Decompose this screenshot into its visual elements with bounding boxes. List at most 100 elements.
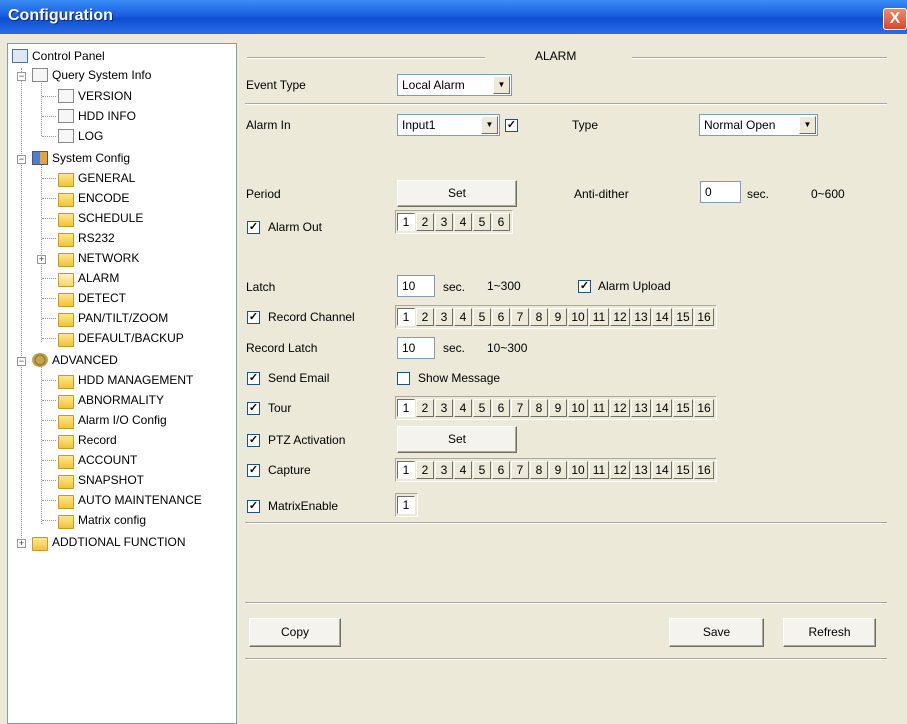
channel-toggle[interactable]: 15 [673,308,693,326]
close-button[interactable]: X [883,8,907,30]
channel-toggle[interactable]: 12 [610,308,630,326]
ptz-activation-checkbox[interactable]: ✓ [247,434,260,447]
channel-toggle[interactable]: 8 [530,308,548,326]
collapse-toggle[interactable]: − [17,357,26,366]
event-type-value: Local Alarm [402,78,465,92]
event-type-label: Event Type [246,78,306,92]
channel-toggle[interactable]: 11 [589,461,609,479]
channel-toggle[interactable]: 2 [416,399,434,417]
tree-connector [42,198,56,199]
channel-toggle[interactable]: 1 [397,461,415,479]
channel-toggle[interactable]: 13 [631,399,651,417]
folder-icon [58,253,74,267]
alarm-in-select[interactable]: Input1 ▼ [397,114,500,136]
channel-toggle[interactable]: 13 [631,308,651,326]
channel-toggle[interactable]: 16 [694,308,714,326]
channel-toggle[interactable]: 6 [492,461,510,479]
folder-icon [58,213,74,227]
type-select[interactable]: Normal Open ▼ [699,114,818,136]
channel-toggle[interactable]: 1 [397,213,415,231]
channel-toggle[interactable]: 6 [492,399,510,417]
alarm-out-channels: 123456 [395,210,513,234]
tour-label: Tour [268,401,292,415]
channel-toggle[interactable]: 3 [435,213,453,231]
channel-toggle[interactable]: 2 [416,213,434,231]
tree-connector [42,400,56,401]
channel-toggle[interactable]: 13 [631,461,651,479]
channel-toggle[interactable]: 4 [454,461,472,479]
channel-toggle[interactable]: 5 [473,399,491,417]
channel-toggle[interactable]: 3 [435,461,453,479]
save-button[interactable]: Save [669,618,764,647]
capture-checkbox[interactable]: ✓ [247,464,260,477]
channel-toggle[interactable]: 6 [492,308,510,326]
channel-toggle[interactable]: 4 [454,399,472,417]
channel-toggle[interactable]: 11 [589,308,609,326]
channel-toggle[interactable]: 10 [568,308,588,326]
record-channel-checkbox[interactable]: ✓ [247,311,260,324]
channel-toggle[interactable]: 7 [511,308,529,326]
channel-toggle[interactable]: 8 [530,399,548,417]
channel-toggle[interactable]: 14 [652,399,672,417]
alarm-settings-panel: ALARM Event Type Local Alarm ▼ Alarm In … [237,43,907,724]
channel-toggle[interactable]: 7 [511,399,529,417]
channel-toggle[interactable]: 16 [694,461,714,479]
channel-toggle[interactable]: 14 [652,461,672,479]
tour-checkbox[interactable]: ✓ [247,402,260,415]
anti-dither-input[interactable]: 0 [700,181,741,203]
channel-toggle[interactable]: 12 [610,461,630,479]
channel-toggle[interactable]: 14 [652,308,672,326]
channel-toggle[interactable]: 2 [416,308,434,326]
channel-toggle[interactable]: 6 [492,213,510,231]
divider [245,103,887,105]
channel-toggle[interactable]: 1 [397,496,415,514]
tree-connector [42,318,56,319]
show-message-checkbox[interactable] [397,372,410,385]
channel-toggle[interactable]: 7 [511,461,529,479]
copy-button[interactable]: Copy [249,618,341,647]
alarm-out-checkbox[interactable]: ✓ [247,221,260,234]
channel-toggle[interactable]: 5 [473,213,491,231]
period-set-button[interactable]: Set [397,180,517,207]
channel-toggle[interactable]: 16 [694,399,714,417]
folder-icon [58,455,74,469]
send-email-checkbox[interactable]: ✓ [247,372,260,385]
channel-toggle[interactable]: 8 [530,461,548,479]
collapse-toggle[interactable]: − [17,72,26,81]
channel-toggle[interactable]: 11 [589,399,609,417]
anti-dither-label: Anti-dither [574,187,629,201]
channel-toggle[interactable]: 15 [673,399,693,417]
channel-toggle[interactable]: 1 [397,399,415,417]
channel-toggle[interactable]: 5 [473,461,491,479]
tree-connector [42,238,56,239]
divider [245,602,887,604]
matrix-enable-checkbox[interactable]: ✓ [247,500,260,513]
channel-toggle[interactable]: 9 [549,308,567,326]
tree-connector [42,500,56,501]
alarm-in-enable-checkbox[interactable]: ✓ [505,119,518,132]
expand-toggle[interactable]: + [37,255,46,264]
channel-toggle[interactable]: 9 [549,399,567,417]
channel-toggle[interactable]: 10 [568,399,588,417]
expand-toggle[interactable]: + [17,539,26,548]
channel-toggle[interactable]: 3 [435,308,453,326]
channel-toggle[interactable]: 9 [549,461,567,479]
alarm-upload-checkbox[interactable]: ✓ [578,280,591,293]
ptz-set-button[interactable]: Set [397,426,517,453]
latch-label: Latch [246,280,276,294]
channel-toggle[interactable]: 1 [397,308,415,326]
channel-toggle[interactable]: 10 [568,461,588,479]
channel-toggle[interactable]: 12 [610,399,630,417]
event-type-select[interactable]: Local Alarm ▼ [397,74,512,96]
record-latch-input[interactable]: 10 [397,337,435,359]
channel-toggle[interactable]: 4 [454,308,472,326]
document-edit-icon [58,129,74,143]
channel-toggle[interactable]: 15 [673,461,693,479]
refresh-button[interactable]: Refresh [783,618,876,647]
channel-toggle[interactable]: 4 [454,213,472,231]
channel-toggle[interactable]: 3 [435,399,453,417]
channel-toggle[interactable]: 2 [416,461,434,479]
channel-toggle[interactable]: 5 [473,308,491,326]
latch-input[interactable]: 10 [397,275,435,297]
collapse-toggle[interactable]: − [17,155,26,164]
